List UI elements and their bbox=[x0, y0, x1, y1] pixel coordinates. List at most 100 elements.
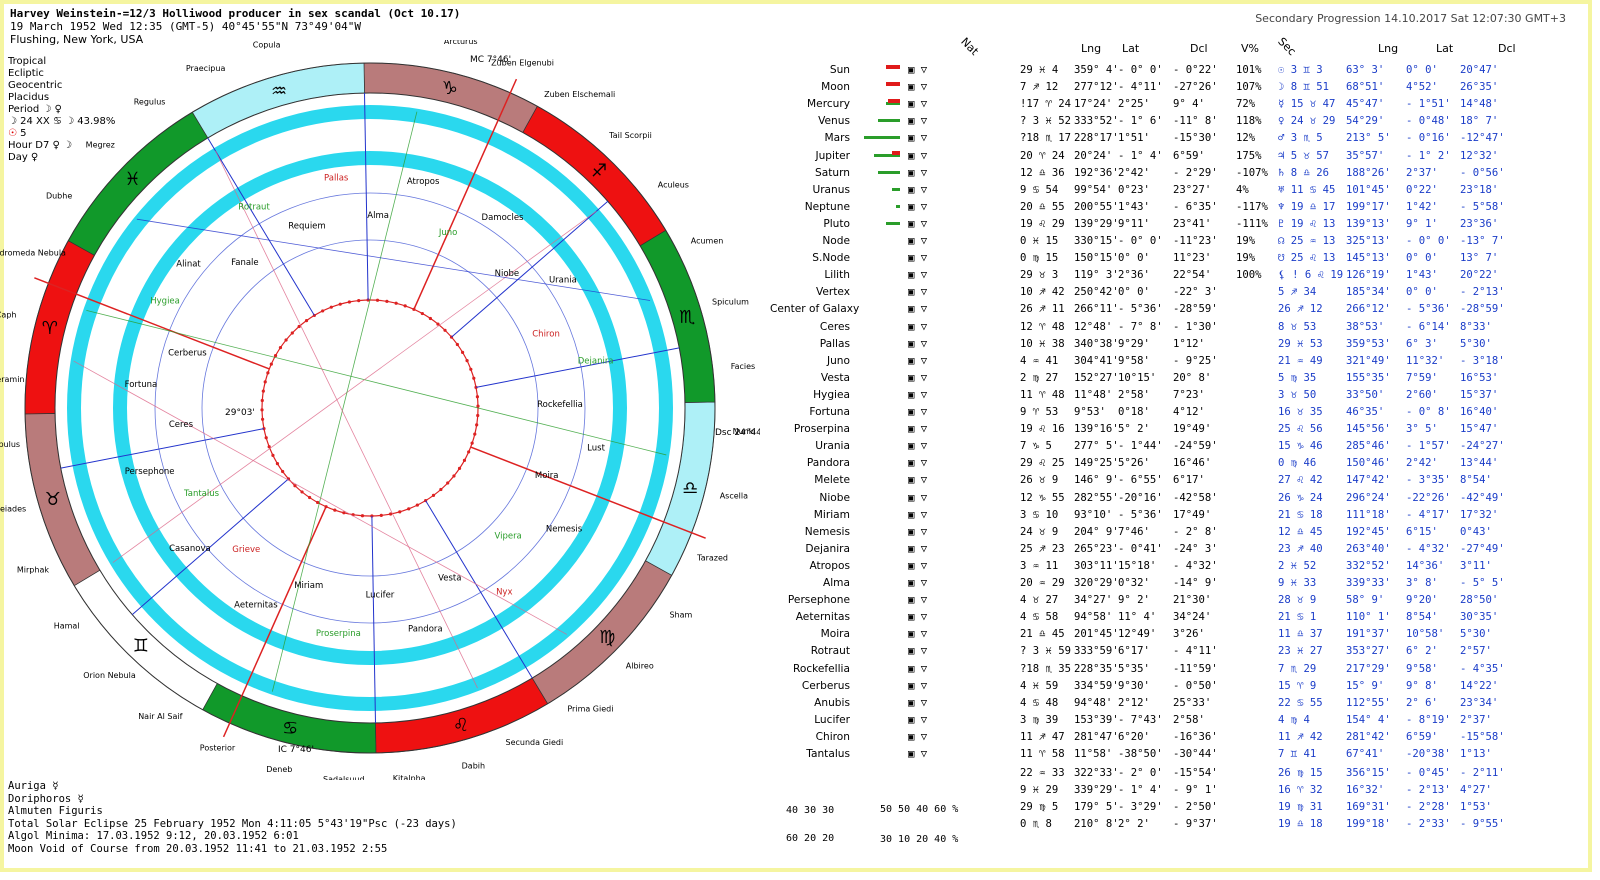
cell-slat: 9° 1' bbox=[1406, 217, 1438, 230]
table-row[interactable]: Neptune 20 ♎ 55 200°55' 1°43' - 6°35' -117% ♆ … bbox=[770, 199, 1590, 216]
strength-bar bbox=[878, 119, 900, 123]
cell-sdcl: 3°11' bbox=[1460, 559, 1492, 572]
cell-pct: 12% bbox=[1236, 132, 1256, 145]
table-row[interactable]: Tantalus 11 ♈ 58 11°58' -38°50' -30°44' 7 ♊ … bbox=[770, 746, 1590, 763]
table-row[interactable]: Hygiea 11 ♈ 48 11°48' 2°58' 7°23' 3 ♉ 50 33°5… bbox=[770, 387, 1590, 404]
fixed-star-label: Acumen bbox=[691, 237, 724, 246]
table-row[interactable]: Vesta 2 ♍ 27 152°27' 10°15' 20° 8' 5 ♍ 35 155… bbox=[770, 370, 1590, 387]
table-row[interactable]: Saturn 12 ♎ 36 192°36' 2°42' - 2°29' -107% ♄ 8… bbox=[770, 165, 1590, 182]
cell-pct: 4% bbox=[1236, 183, 1249, 196]
cell-lng: 201°45' bbox=[1074, 628, 1119, 641]
cell-sdcl: 2°57' bbox=[1460, 645, 1492, 658]
table-row[interactable]: Uranus 9 ♋ 54 99°54' 0°23' 23°27' 4% ♅ 11 ♋ 45… bbox=[770, 182, 1590, 199]
table-row[interactable]: Pallas 10 ♓ 38 340°38' 9°29' 1°12' 29 ♓ 53 35… bbox=[770, 336, 1590, 353]
cell-slat: - 6°14' bbox=[1406, 320, 1451, 333]
cell-lat: 12°49' bbox=[1118, 628, 1157, 641]
cell-slat: - 8°19' bbox=[1406, 713, 1451, 726]
table-row[interactable]: Juno 4 ♒ 41 304°41' 9°58' - 9°25' 21 ♒ 49 321… bbox=[770, 353, 1590, 370]
table-row[interactable]: Rockefellia ?18 ♏ 35 228°35' 5°35' -11°59' 7… bbox=[770, 661, 1590, 678]
cell-sec: 7 ♏ 29 bbox=[1278, 662, 1317, 675]
table-row[interactable]: Persephone 4 ♉ 27 34°27' 9° 2' 21°30' 28 ♉ 9… bbox=[770, 592, 1590, 609]
table-row[interactable]: Lilith 29 ♉ 3 119° 3' 2°36' 22°54' 100% ⚸ ! 6 … bbox=[770, 267, 1590, 284]
zodiac-sign-icon: ♉ bbox=[45, 489, 61, 510]
aspect-box-icons: ▣ ▽ bbox=[908, 713, 928, 726]
table-row[interactable]: Aeternitas 4 ♋ 58 94°58' 11° 4' 34°24' 21 ♋ … bbox=[770, 609, 1590, 626]
table-row[interactable]: Rotraut ? 3 ♓ 59 333°59' 6°17' - 4°11' 23 ♓ … bbox=[770, 643, 1590, 660]
table-row[interactable]: Anubis 4 ♋ 48 94°48' 2°12' 25°33' 22 ♋ 55 112… bbox=[770, 695, 1590, 712]
cell-dcl: -15°54' bbox=[1173, 767, 1218, 779]
table-row[interactable]: S.Node 0 ♍ 15 150°15' 0° 0' 11°23' 19% ☋ 25 ♌ … bbox=[770, 250, 1590, 267]
cell-name: Proserpina bbox=[793, 423, 850, 436]
cell-sec: 8 ♉ 53 bbox=[1278, 320, 1317, 333]
table-row[interactable]: Ceres 12 ♈ 48 12°48' - 7° 8' - 1°30' 8 ♉ 53 3… bbox=[770, 319, 1590, 336]
aspect-box-icons: ▣ ▽ bbox=[908, 611, 928, 624]
footer-line-2: Doriphoros ☿ bbox=[8, 792, 84, 805]
table-row[interactable]: Mars ?18 ♏ 17 228°17' 1°51' -15°30' 12% ♂ 3 ♏ … bbox=[770, 130, 1590, 147]
cell-slat: - 0° 0' bbox=[1406, 235, 1451, 247]
table-row[interactable]: Melete 26 ♉ 9 146° 9' - 6°55' 6°17' 27 ♌ 42 1… bbox=[770, 472, 1590, 489]
footer-line-6: Moon Void of Course from 20.03.1952 11:4… bbox=[8, 842, 388, 855]
table-row[interactable]: Pandora 29 ♌ 25 149°25' 5°26' 16°46' 0 ♍ 46 1… bbox=[770, 455, 1590, 472]
cell-name: Alma bbox=[822, 577, 850, 589]
cell-sdcl: - 5° 5' bbox=[1460, 577, 1505, 589]
point-label: Requiem bbox=[288, 222, 325, 232]
point-label: Grieve bbox=[232, 545, 260, 555]
chart-title: Harvey Weinstein-=12/3 Holliwood produce… bbox=[10, 7, 461, 20]
cell-name: Saturn bbox=[815, 166, 850, 179]
table-row[interactable]: Moira 21 ♎ 45 201°45' 12°49' 3°26' 11 ♎ 37 19… bbox=[770, 626, 1590, 643]
table-row[interactable]: Vertex 10 ♐ 42 250°42' 0° 0' -22° 3' 5 ♐ 34 1… bbox=[770, 284, 1590, 301]
table-row[interactable]: Jupiter 20 ♈ 24 20°24' - 1° 4' 6°59' 175% ♃ 5 … bbox=[770, 148, 1590, 165]
stats-row-4: 30 10 20 40 % bbox=[880, 834, 959, 845]
cell-pct: 19% bbox=[1236, 252, 1256, 265]
table-row[interactable]: Proserpina 19 ♌ 16 139°16' 5° 2' 19°49' 25 ♌… bbox=[770, 421, 1590, 438]
cell-sec: ♅ 11 ♋ 45 bbox=[1278, 183, 1336, 196]
cell-lat: -20°16' bbox=[1118, 491, 1163, 504]
cell-sdcl: -24°27' bbox=[1460, 440, 1505, 453]
cell-slat: - 1°51' bbox=[1406, 98, 1451, 111]
table-row[interactable]: Mercury !17 ♈ 24 17°24' 2°25' 9° 4' 72% ☿ 15 ♉… bbox=[770, 96, 1590, 113]
table-row[interactable]: Nemesis 24 ♉ 9 204° 9' 7°46' - 2° 8' 12 ♎ 45… bbox=[770, 524, 1590, 541]
table-row[interactable]: Niobe 12 ♑ 55 282°55' -20°16' -42°58' 26 ♑ 2… bbox=[770, 490, 1590, 507]
table-row[interactable]: Center of Galaxy 26 ♐ 11 266°11' - 5°36' -28… bbox=[770, 301, 1590, 318]
cell-nat: 3 ♋ 10 bbox=[1020, 508, 1059, 521]
cell-name: Niobe bbox=[819, 491, 850, 504]
cell-slng: 147°42' bbox=[1346, 474, 1391, 487]
table-row[interactable]: Lucifer 3 ♍ 39 153°39' - 7°43' 2°58' 4 ♍ 4 15… bbox=[770, 712, 1590, 729]
table-row[interactable]: Atropos 3 ♒ 11 303°11' 15°18' - 4°32' 2 ♓ 52… bbox=[770, 558, 1590, 575]
table-row[interactable]: Sun 29 ♓ 4 359° 4' - 0° 0' - 0°22' 101% ☉ 3 ♊ … bbox=[770, 62, 1590, 79]
aspect-box-icons: ▣ ▽ bbox=[908, 491, 928, 504]
point-label: Proserpina bbox=[316, 629, 361, 639]
cell-name: Persephone bbox=[787, 594, 850, 607]
table-row[interactable]: Alma 20 ♒ 29 320°29' 0°32' -14° 9' 9 ♓ 33 339… bbox=[770, 575, 1590, 592]
cell-slng: 67°41' bbox=[1346, 748, 1385, 760]
cell-name: Pallas bbox=[819, 337, 850, 350]
cell-lng: 153°39' bbox=[1074, 713, 1119, 726]
cell-dcl: -22° 3' bbox=[1173, 286, 1218, 299]
cell-lat: 9°30' bbox=[1118, 679, 1150, 692]
cell-sdcl: 15°37' bbox=[1460, 388, 1499, 401]
table-row[interactable]: Pluto 19 ♌ 29 139°29' 9°11' 23°41' -111% ♇ 19 … bbox=[770, 216, 1590, 233]
table-row[interactable]: Node 0 ♓ 15 330°15' - 0° 0' -11°23' 19% ☊ 25 ♒… bbox=[770, 233, 1590, 250]
table-row[interactable]: Moon 7 ♐ 12 277°12' - 4°11' -27°26' 107% ☽ 8 ♊… bbox=[770, 79, 1590, 96]
cell-lat: - 0° 0' bbox=[1118, 64, 1163, 76]
cell-sec: 23 ♐ 40 bbox=[1278, 542, 1323, 555]
cell-sdcl: 5°30' bbox=[1460, 628, 1492, 641]
cell-nat: 4 ♓ 59 bbox=[1020, 679, 1059, 692]
aspect-box-icons: ▣ ▽ bbox=[908, 132, 928, 145]
table-row[interactable]: Urania 7 ♑ 5 277° 5' - 1°44' -24°59' 15 ♑ 46… bbox=[770, 438, 1590, 455]
chart-wheel[interactable]: ♈ ♉ ♊ ♋ ♌ ♍ ♎ ♏ ♐ ♑ ♒ ♓ Andromeda Nebula Caph Alderam… bbox=[0, 40, 760, 780]
cell-slat: 11°32' bbox=[1406, 354, 1445, 367]
cell-slng: 266°12' bbox=[1346, 303, 1391, 316]
cell-sdcl: 28°50' bbox=[1460, 594, 1499, 607]
cell-pct: -107% bbox=[1236, 166, 1268, 179]
table-row[interactable]: Venus ? 3 ♓ 52 333°52' - 1° 6' -11° 8' 118% ♀ … bbox=[770, 113, 1590, 130]
fixed-star-label: Praecipua bbox=[186, 64, 226, 73]
table-row[interactable]: Fortuna 9 ♈ 53 9°53' 0°18' 4°12' 16 ♉ 35 46°3… bbox=[770, 404, 1590, 421]
table-row[interactable]: Dejanira 25 ♐ 23 265°23' - 0°41' -24° 3' 23 … bbox=[770, 541, 1590, 558]
cell-lng: 333°52' bbox=[1074, 115, 1119, 128]
table-row[interactable]: Miriam 3 ♋ 10 93°10' - 5°36' 17°49' 21 ♋ 18 1… bbox=[770, 507, 1590, 524]
strength-bar-red bbox=[886, 65, 900, 69]
table-row[interactable]: Cerberus 4 ♓ 59 334°59' 9°30' - 0°50' 15 ♈ 9… bbox=[770, 678, 1590, 695]
table-row[interactable]: Chiron 11 ♐ 47 281°47' 6°20' -16°36' 11 ♐ 42… bbox=[770, 729, 1590, 746]
cell-sdcl: 20°47' bbox=[1460, 64, 1499, 76]
